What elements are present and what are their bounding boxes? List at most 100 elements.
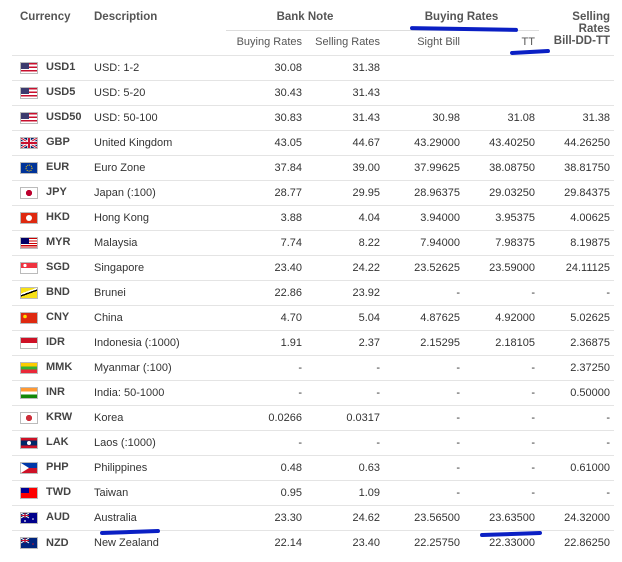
tt-buying-cell: 29.03250 xyxy=(489,186,535,199)
selling-bill-dd-tt-cell: 2.37250 xyxy=(570,361,610,374)
currency-code: IDR xyxy=(46,336,65,349)
tt-buying-cell: 31.08 xyxy=(507,111,535,124)
description-cell: Myanmar (:100) xyxy=(94,361,172,374)
description-cell: Australia xyxy=(94,511,137,524)
tt-buying-cell: 23.63500 xyxy=(489,511,535,524)
description-cell: Taiwan xyxy=(94,486,129,499)
bank-note-buying-cell: 30.83 xyxy=(274,111,302,124)
description-cell: USD: 5-20 xyxy=(94,86,146,99)
bank-note-buying-cell: 43.05 xyxy=(274,136,302,149)
uk-flag-icon xyxy=(20,136,38,149)
selling-bill-dd-tt-cell: - xyxy=(606,486,610,499)
sight-bill-cell: 4.87625 xyxy=(420,311,460,324)
sight-bill-cell: 37.99625 xyxy=(414,161,460,174)
sight-bill-cell: 2.15295 xyxy=(420,336,460,349)
currency-code: JPY xyxy=(46,186,67,199)
currency-cell: EUR xyxy=(12,155,92,180)
description-cell: Japan (:100) xyxy=(94,186,156,199)
bank-note-selling-cell: 4.04 xyxy=(358,211,380,224)
bank-note-buying-cell: - xyxy=(298,436,302,449)
tt-buying-cell: 2.18105 xyxy=(495,336,535,349)
currency-cell: TWD xyxy=(12,480,92,505)
selling-bill-dd-tt-cell: 22.86250 xyxy=(564,536,610,549)
bank-note-selling-cell: - xyxy=(376,386,380,399)
description-cell: Korea xyxy=(94,411,124,424)
bank-note-buying-cell: 4.70 xyxy=(280,311,302,324)
currency-cell: LAK xyxy=(12,430,92,455)
tt-buying-cell: 3.95375 xyxy=(495,211,535,224)
description-cell: Laos (:1000) xyxy=(94,436,156,449)
tt-buying-cell xyxy=(464,80,539,105)
selling-bill-dd-tt-cell: 24.32000 xyxy=(564,511,610,524)
sight-bill-cell: 30.98 xyxy=(432,111,460,124)
tt-buying-cell: - xyxy=(531,461,535,474)
table-row: IDR Indonesia (:1000) 1.91 2.37 2.15295 2.181… xyxy=(12,330,614,355)
newzealand-flag-icon xyxy=(20,536,38,549)
description-cell: Singapore xyxy=(94,261,145,274)
sight-bill-cell: - xyxy=(456,286,460,299)
currency-code: AUD xyxy=(46,511,70,524)
table-row: CNY China 4.70 5.04 4.87625 4.92000 5.02625 xyxy=(12,305,614,330)
tt-buying-cell: - xyxy=(531,486,535,499)
currency-cell: PHP xyxy=(12,455,92,480)
table-body: USD1 USD: 1-2 30.08 31.38 USD5 USD: 5-20 30.43… xyxy=(12,55,614,555)
us-flag-icon xyxy=(20,86,38,99)
currency-code: USD50 xyxy=(46,111,82,124)
selling-bill-dd-tt-cell xyxy=(539,55,614,80)
bank-note-buying-cell: 23.40 xyxy=(274,261,302,274)
tt-buying-cell: - xyxy=(531,361,535,374)
description-cell: Indonesia (:1000) xyxy=(94,336,180,349)
bank-note-buying-cell: 7.74 xyxy=(280,236,302,249)
table-row: INR India: 50-1000 - - - - 0.50000 xyxy=(12,380,614,405)
sight-bill-cell xyxy=(384,55,464,80)
currency-cell: SGD xyxy=(12,255,92,280)
bank-note-buying-cell: 0.0266 xyxy=(268,411,302,424)
selling-bill-dd-tt-cell: 29.84375 xyxy=(564,186,610,199)
sight-bill-cell: 23.52625 xyxy=(414,261,460,274)
bank-note-buying-cell: 22.14 xyxy=(274,536,302,549)
table-row: LAK Laos (:1000) - - - - - xyxy=(12,430,614,455)
description-header: Description xyxy=(94,11,158,23)
currency-code: MMK xyxy=(46,361,73,374)
tt-buying-cell: - xyxy=(531,386,535,399)
currency-code: CNY xyxy=(46,311,70,324)
bank-note-selling-cell: 23.40 xyxy=(352,536,380,549)
table-row: GBP United Kingdom 43.05 44.67 43.29000 43.40… xyxy=(12,130,614,155)
bank-note-selling-cell: - xyxy=(376,436,380,449)
description-cell: USD: 50-100 xyxy=(94,111,158,124)
currency-header: Currency xyxy=(20,11,71,23)
table-row: MYR Malaysia 7.74 8.22 7.94000 7.98375 8.19875 xyxy=(12,230,614,255)
currency-cell: BND xyxy=(12,280,92,305)
currency-cell: USD50 xyxy=(12,105,92,130)
table-row: USD5 USD: 5-20 30.43 31.43 xyxy=(12,80,614,105)
selling-bill-dd-tt-cell: 8.19875 xyxy=(570,236,610,249)
table-row: SGD Singapore 23.40 24.22 23.52625 23.59000 24… xyxy=(12,255,614,280)
bank-note-selling-header: Selling Rates xyxy=(315,35,380,48)
selling-rates-label: Selling Rates xyxy=(572,11,610,35)
sight-bill-cell: 3.94000 xyxy=(420,211,460,224)
bank-note-header: Bank Note xyxy=(226,0,384,31)
currency-code: LAK xyxy=(46,436,69,449)
currency-cell: GBP xyxy=(12,130,92,155)
tt-buying-cell xyxy=(464,55,539,80)
description-cell: USD: 1-2 xyxy=(94,61,140,74)
bank-note-selling-cell: 31.43 xyxy=(352,111,380,124)
bank-note-selling-cell: 24.62 xyxy=(352,511,380,524)
tt-buying-cell: - xyxy=(531,436,535,449)
description-cell: China xyxy=(94,311,123,324)
india-flag-icon xyxy=(20,386,38,399)
selling-bill-dd-tt-cell: 0.50000 xyxy=(570,386,610,399)
description-cell: Philippines xyxy=(94,461,148,474)
bank-note-selling-cell: 8.22 xyxy=(358,236,380,249)
bank-note-selling-cell: 31.43 xyxy=(352,86,380,99)
eu-flag-icon xyxy=(20,161,38,174)
sight-bill-cell: 22.25750 xyxy=(414,536,460,549)
table-row: MMK Myanmar (:100) - - - - 2.37250 xyxy=(12,355,614,380)
selling-bill-dd-tt-cell: - xyxy=(606,436,610,449)
bank-note-selling-cell: 29.95 xyxy=(352,186,380,199)
table-row: HKD Hong Kong 3.88 4.04 3.94000 3.95375 4.0062… xyxy=(12,205,614,230)
selling-bill-dd-tt-cell: 4.00625 xyxy=(570,211,610,224)
bank-note-selling-cell: 1.09 xyxy=(358,486,380,499)
currency-cell: AUD xyxy=(12,505,92,530)
korea-flag-icon xyxy=(20,411,38,424)
